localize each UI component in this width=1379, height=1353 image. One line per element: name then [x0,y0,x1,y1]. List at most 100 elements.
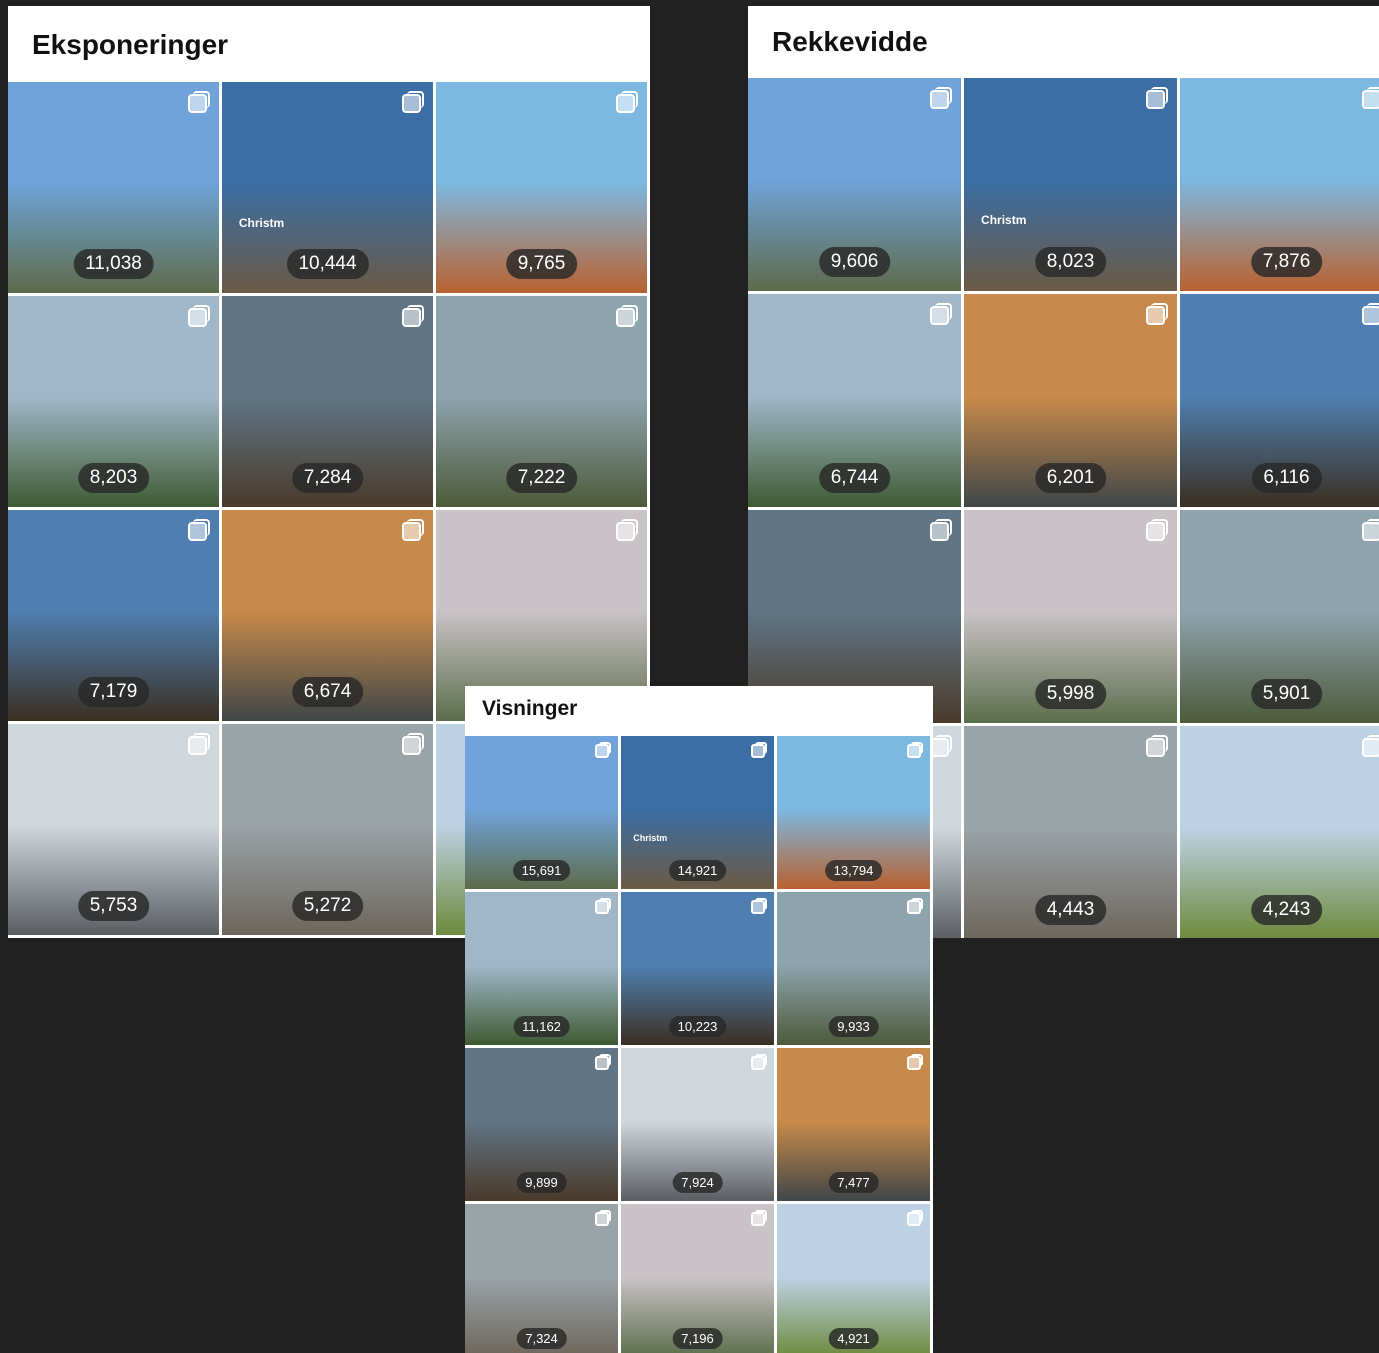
post-metric-badge: 7,179 [77,677,150,707]
post-thumbnail[interactable]: 5,901 [1180,510,1379,723]
carousel-icon [595,742,611,758]
post-thumbnail[interactable]: 4,243 [1180,726,1379,938]
carousel-icon [930,87,952,109]
post-thumbnail[interactable]: 9,606 [748,78,961,291]
post-thumbnail[interactable]: 5,753 [8,724,219,935]
post-thumbnail[interactable]: 6,744 [748,294,961,507]
post-metric-badge: 7,222 [505,463,578,493]
post-thumbnail[interactable]: 4,443 [964,726,1177,938]
post-thumbnail[interactable]: 13,794 [777,736,930,889]
post-thumbnail[interactable]: Christm 10,444 [222,82,433,293]
post-metric-badge: 4,443 [1034,895,1107,925]
post-thumbnail[interactable]: 7,196 [621,1204,774,1353]
post-metric-badge: 7,324 [516,1328,567,1349]
carousel-icon [1362,519,1379,541]
post-thumbnail[interactable]: 6,674 [222,510,433,721]
post-metric-badge: 10,444 [286,249,369,279]
carousel-icon [1362,303,1379,325]
post-grid: 15,691 Christm 14,921 13,794 11,162 10,223 9,9… [465,736,930,1353]
post-metric-badge: 9,765 [505,249,578,279]
post-thumbnail[interactable]: 4,921 [777,1204,930,1353]
post-metric-badge: 4,243 [1250,895,1323,925]
carousel-icon [907,742,923,758]
post-thumbnail[interactable]: 5,998 [964,510,1177,723]
carousel-icon [1146,303,1168,325]
post-thumbnail[interactable]: 7,477 [777,1048,930,1201]
carousel-icon [188,91,210,113]
carousel-icon [907,1054,923,1070]
carousel-icon [595,898,611,914]
post-metric-badge: 5,901 [1250,679,1323,709]
post-metric-badge: 6,201 [1034,463,1107,493]
carousel-icon [188,519,210,541]
post-thumbnail[interactable]: 7,924 [621,1048,774,1201]
carousel-icon [188,305,210,327]
post-metric-badge: 9,606 [818,247,891,277]
carousel-icon [930,519,952,541]
carousel-icon [595,1210,611,1226]
post-metric-badge: 5,272 [291,891,364,921]
carousel-icon [1362,87,1379,109]
carousel-icon [616,305,638,327]
panel-title: Rekkevidde [748,6,1379,78]
post-metric-badge: 6,116 [1251,463,1322,493]
post-thumbnail[interactable]: 6,116 [1180,294,1379,507]
carousel-icon [751,1054,767,1070]
post-thumbnail[interactable]: 6,201 [964,294,1177,507]
post-metric-badge: 7,196 [672,1328,723,1349]
post-thumbnail[interactable]: 7,324 [465,1204,618,1353]
post-thumbnail[interactable]: Christm 14,921 [621,736,774,889]
post-metric-badge: 8,023 [1034,247,1107,277]
post-overlay-text: Christm [633,833,668,844]
carousel-icon [616,519,638,541]
post-overlay-text: Christm [981,213,1027,228]
post-metric-badge: 7,477 [828,1172,879,1193]
carousel-icon [751,898,767,914]
post-metric-badge: 13,794 [824,860,883,881]
post-metric-badge: 11,038 [73,249,154,279]
post-metric-badge: 6,674 [291,677,364,707]
post-thumbnail[interactable]: 10,223 [621,892,774,1045]
panel-title: Eksponeringer [8,6,650,82]
post-thumbnail[interactable]: 15,691 [465,736,618,889]
carousel-icon [188,733,210,755]
carousel-icon [1146,735,1168,757]
carousel-icon [402,519,424,541]
post-metric-badge: 4,921 [828,1328,879,1349]
panel-title: Visninger [465,686,933,736]
carousel-icon [907,898,923,914]
post-metric-badge: 7,924 [672,1172,723,1193]
post-metric-badge: 5,753 [77,891,150,921]
post-thumbnail[interactable]: 9,765 [436,82,647,293]
post-metric-badge: 10,223 [668,1016,727,1037]
post-metric-badge: 8,203 [77,463,150,493]
carousel-icon [1146,519,1168,541]
post-thumbnail[interactable]: 9,933 [777,892,930,1045]
post-thumbnail[interactable]: 8,203 [8,296,219,507]
carousel-icon [616,91,638,113]
post-thumbnail[interactable]: 7,222 [436,296,647,507]
post-thumbnail[interactable]: Christm 8,023 [964,78,1177,291]
post-thumbnail[interactable]: 5,272 [222,724,433,935]
carousel-icon [1146,87,1168,109]
post-metric-badge: 9,899 [516,1172,567,1193]
post-thumbnail[interactable]: 7,876 [1180,78,1379,291]
post-metric-badge: 11,162 [513,1016,570,1037]
post-metric-badge: 7,284 [291,463,364,493]
carousel-icon [402,305,424,327]
post-thumbnail[interactable]: 9,899 [465,1048,618,1201]
post-thumbnail[interactable]: 7,179 [8,510,219,721]
panel-visninger: Visninger 15,691 Christm 14,921 13,794 11,16… [465,686,933,1353]
carousel-icon [595,1054,611,1070]
post-thumbnail[interactable]: 11,038 [8,82,219,293]
carousel-icon [751,1210,767,1226]
post-thumbnail[interactable]: 11,162 [465,892,618,1045]
carousel-icon [907,1210,923,1226]
post-metric-badge: 15,691 [512,860,571,881]
post-metric-badge: 5,998 [1034,679,1107,709]
post-thumbnail[interactable]: 7,284 [222,296,433,507]
post-metric-badge: 6,744 [818,463,891,493]
carousel-icon [751,742,767,758]
carousel-icon [930,303,952,325]
post-metric-badge: 14,921 [668,860,727,881]
